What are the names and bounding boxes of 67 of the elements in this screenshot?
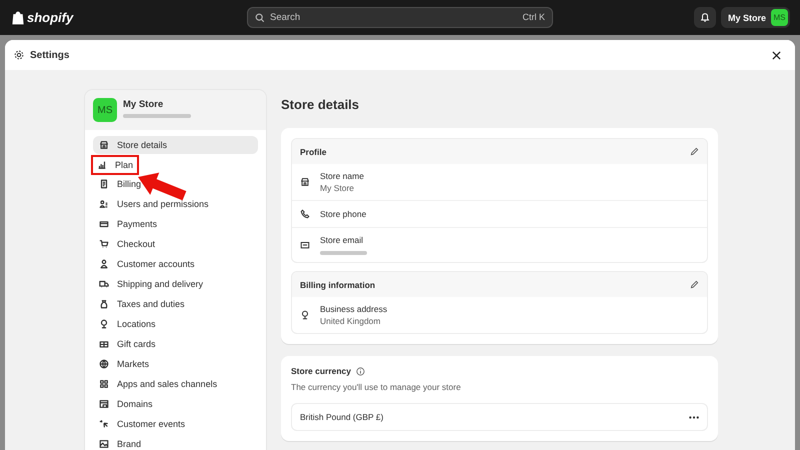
- bag-icon: [99, 299, 109, 309]
- store-name: My Store: [123, 99, 164, 110]
- field-label: Store email: [320, 235, 364, 245]
- users-icon: [99, 199, 109, 209]
- field-label: Store phone: [320, 209, 366, 219]
- sidebar-item[interactable]: Apps and sales channels: [93, 375, 224, 393]
- sidebar-item[interactable]: Domains: [93, 395, 159, 413]
- search-icon: [255, 12, 265, 22]
- sidebar-item[interactable]: Store details: [93, 136, 258, 154]
- pin-icon: [300, 310, 310, 320]
- more-icon: [689, 416, 699, 418]
- shopping-bag-icon: [12, 10, 24, 24]
- section-description: The currency you'll use to manage your store: [291, 382, 462, 392]
- dialog-title: Settings: [30, 50, 70, 60]
- pencil-icon: [690, 280, 699, 289]
- sidebar-item[interactable]: Taxes and duties: [93, 295, 191, 313]
- sidebar-item[interactable]: Gift cards: [93, 335, 162, 353]
- bell-icon: [700, 12, 710, 23]
- receipt-icon: [99, 179, 109, 189]
- page-title: Store details: [281, 97, 360, 112]
- edit-button[interactable]: [690, 280, 699, 289]
- sidebar-item[interactable]: Shipping and delivery: [93, 275, 210, 293]
- section-title: Store currency: [291, 366, 351, 376]
- sidebar-item[interactable]: Billing: [93, 175, 148, 193]
- sidebar-item[interactable]: Customer accounts: [93, 255, 201, 273]
- store-icon: [300, 177, 310, 187]
- notifications-button[interactable]: [694, 7, 716, 28]
- card-icon: [99, 219, 109, 229]
- logo-wordmark: shopify: [27, 10, 74, 25]
- store-icon: [99, 140, 109, 150]
- envelope-icon: [300, 240, 310, 250]
- field-value: United Kingdom: [320, 316, 382, 326]
- truck-icon: [99, 279, 109, 289]
- section-title: Billing information: [300, 280, 376, 290]
- sidebar-item[interactable]: Checkout: [93, 235, 162, 253]
- sidebar-item[interactable]: Markets: [93, 355, 156, 373]
- sidebar-item[interactable]: Plan: [91, 155, 140, 175]
- field-label: Store name: [320, 171, 364, 181]
- store-avatar: MS: [93, 98, 117, 122]
- settings-icon: [14, 50, 24, 60]
- apps-icon: [99, 379, 109, 389]
- store-menu-button[interactable]: My Store MS: [720, 7, 790, 28]
- pin-icon: [99, 319, 109, 329]
- currency-value: British Pound (GBP £): [300, 412, 384, 422]
- store-avatar: MS: [771, 9, 788, 26]
- close-button[interactable]: [770, 48, 783, 62]
- close-icon: [772, 50, 781, 60]
- person-icon: [99, 259, 109, 269]
- sidebar-item[interactable]: Brand: [93, 435, 148, 450]
- sidebar-item[interactable]: Users and permissions: [93, 195, 215, 213]
- globe-icon: [99, 359, 109, 369]
- cart-icon: [99, 239, 109, 249]
- sidebar-item[interactable]: Locations: [93, 315, 162, 333]
- browser-icon: [99, 399, 109, 409]
- info-icon: [356, 366, 365, 376]
- field-label: Business address: [320, 304, 388, 314]
- edit-button[interactable]: [690, 147, 699, 156]
- image-icon: [99, 439, 109, 449]
- field-value: My Store: [320, 183, 356, 193]
- section-title: Profile: [300, 146, 326, 156]
- sidebar-item[interactable]: Customer events: [93, 415, 192, 433]
- chart-icon: [97, 160, 107, 170]
- sidebar-item[interactable]: Payments: [93, 215, 164, 233]
- phone-icon: [300, 209, 310, 219]
- shortcut-hint: Ctrl K: [522, 12, 545, 22]
- more-button[interactable]: [689, 416, 699, 418]
- pencil-icon: [690, 147, 699, 156]
